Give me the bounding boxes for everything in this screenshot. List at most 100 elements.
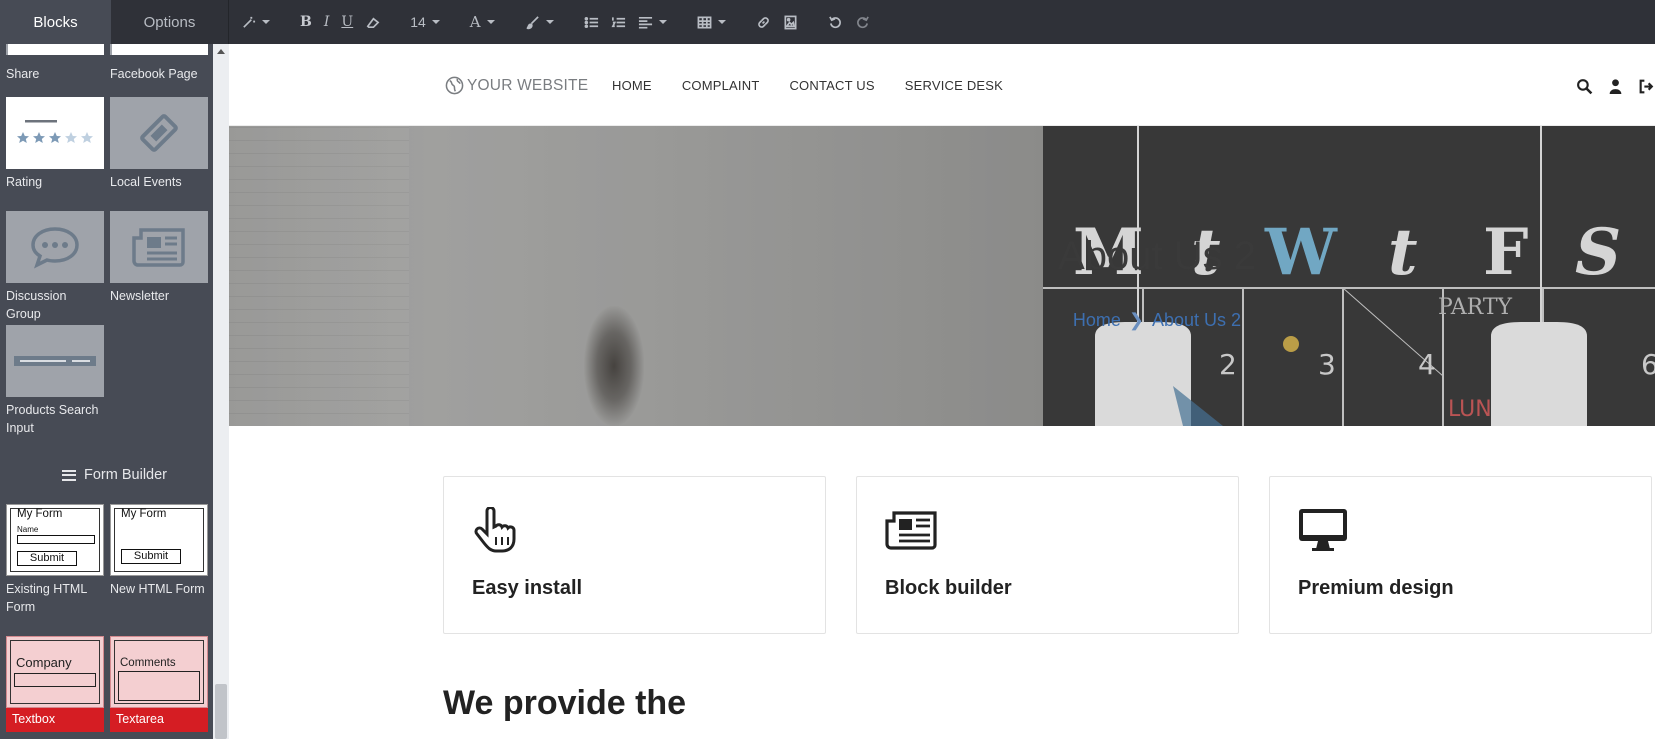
user-icon[interactable] bbox=[1607, 78, 1624, 95]
form-thumb-title: My Form bbox=[17, 508, 63, 520]
editor-toolbar: Blocks Options B I U 14 A bbox=[0, 0, 1655, 44]
block-label: Rating bbox=[6, 175, 43, 189]
block-share[interactable]: Share bbox=[6, 44, 104, 83]
tab-blocks[interactable]: Blocks bbox=[0, 0, 111, 44]
numbered-list-button[interactable] bbox=[605, 0, 632, 44]
link-button[interactable] bbox=[750, 0, 777, 44]
feature-title: Premium design bbox=[1298, 577, 1454, 599]
scrollbar-thumb[interactable] bbox=[215, 684, 227, 739]
textbox-thumb-field bbox=[14, 673, 96, 687]
block-new-html-form[interactable]: My Form Submit New HTML Form bbox=[110, 504, 208, 598]
products-search-thumbnail bbox=[6, 325, 104, 397]
italic-button[interactable]: I bbox=[318, 0, 336, 44]
textbox-thumbnail: Company bbox=[6, 636, 104, 708]
textarea-thumb-field bbox=[118, 671, 200, 701]
menu-home[interactable]: HOME bbox=[612, 78, 652, 93]
nav-icons bbox=[1576, 78, 1655, 95]
main-menu: HOME COMPLAINT CONTACT US SERVICE DESK bbox=[612, 78, 1003, 93]
block-newsletter[interactable]: Newsletter bbox=[110, 211, 208, 305]
undo-button[interactable] bbox=[822, 0, 849, 44]
block-products-search[interactable]: Products Search Input bbox=[6, 325, 104, 437]
form-thumb-title: My Form bbox=[121, 508, 167, 520]
eraser-button[interactable] bbox=[359, 0, 386, 44]
block-label: Products Search Input bbox=[6, 403, 99, 435]
chevron-right-icon: ❯ bbox=[1128, 310, 1145, 330]
menu-contact-us[interactable]: CONTACT US bbox=[789, 78, 874, 93]
tab-options[interactable]: Options bbox=[111, 0, 229, 44]
search-icon[interactable] bbox=[1576, 78, 1593, 95]
block-rating[interactable]: Rating bbox=[6, 97, 104, 191]
block-discussion-group[interactable]: Discussion Group bbox=[6, 211, 104, 323]
block-facebook-page[interactable]: Facebook Page bbox=[110, 44, 208, 83]
breadcrumb-home[interactable]: Home bbox=[1073, 310, 1121, 330]
form-thumb-name-label: Name bbox=[17, 525, 39, 534]
menu-complaint[interactable]: COMPLAINT bbox=[682, 78, 760, 93]
site-logo[interactable]: YOUR WEBSITE bbox=[445, 76, 588, 95]
breadcrumb-current: About Us 2 bbox=[1152, 310, 1242, 330]
blocks-panel: Share Facebook Page Rating Local Events … bbox=[0, 44, 229, 739]
globe-icon bbox=[445, 76, 464, 95]
logo-text: YOUR WEBSITE bbox=[467, 76, 589, 94]
magic-style-button[interactable] bbox=[235, 0, 276, 44]
textbox-thumb-label: Company bbox=[16, 655, 72, 670]
align-left-icon bbox=[638, 16, 652, 28]
font-size-dropdown[interactable]: 14 bbox=[404, 0, 446, 44]
underline-icon: U bbox=[341, 14, 354, 30]
numbered-list-icon bbox=[611, 16, 625, 27]
pointer-hand-icon bbox=[474, 507, 516, 553]
newsletter-thumbnail bbox=[110, 211, 208, 283]
block-label: Facebook Page bbox=[110, 67, 198, 81]
block-label: Existing HTML Form bbox=[6, 582, 87, 614]
newspaper-icon bbox=[885, 511, 937, 550]
block-local-events[interactable]: Local Events bbox=[110, 97, 208, 191]
bold-button[interactable]: B bbox=[294, 0, 318, 44]
image-icon bbox=[784, 15, 797, 29]
block-label: Share bbox=[6, 67, 40, 81]
form-builder-heading: Form Builder bbox=[0, 467, 228, 483]
feature-card-block-builder[interactable]: Block builder bbox=[856, 476, 1239, 634]
form-thumb-field bbox=[17, 535, 95, 544]
format-tools: B I U 14 A bbox=[229, 0, 876, 44]
block-label: New HTML Form bbox=[110, 582, 205, 596]
newspaper-icon bbox=[132, 228, 185, 267]
block-label: Local Events bbox=[110, 175, 182, 189]
feature-title: Easy install bbox=[472, 577, 583, 599]
block-existing-html-form[interactable]: My Form Name Submit Existing HTML Form bbox=[6, 504, 104, 616]
link-icon bbox=[757, 16, 769, 28]
block-label: Discussion Group bbox=[6, 289, 67, 321]
sidebar-tabs: Blocks Options bbox=[0, 0, 229, 44]
existing-form-thumbnail: My Form Name Submit bbox=[6, 504, 104, 576]
bold-icon: B bbox=[300, 14, 312, 30]
align-dropdown[interactable] bbox=[632, 0, 673, 44]
undo-icon bbox=[828, 15, 841, 28]
block-textarea[interactable]: Comments Textarea bbox=[110, 636, 208, 732]
magic-wand-icon bbox=[243, 16, 256, 28]
menu-service-desk[interactable]: SERVICE DESK bbox=[905, 78, 1003, 93]
section-heading-cutoff bbox=[443, 726, 743, 739]
bullet-list-icon bbox=[584, 16, 598, 28]
discussion-thumbnail bbox=[6, 211, 104, 283]
local-events-thumbnail bbox=[110, 97, 208, 169]
feature-card-premium-design[interactable]: Premium design bbox=[1269, 476, 1652, 634]
underline-button[interactable]: U bbox=[335, 0, 359, 44]
table-dropdown[interactable] bbox=[691, 0, 732, 44]
form-thumb-submit: Submit bbox=[121, 549, 181, 564]
block-textbox[interactable]: Company Textbox bbox=[6, 636, 104, 732]
highlight-dropdown[interactable] bbox=[519, 0, 560, 44]
feature-card-easy-install[interactable]: Easy install bbox=[443, 476, 826, 634]
sign-out-icon[interactable] bbox=[1638, 78, 1655, 95]
image-button[interactable] bbox=[777, 0, 804, 44]
italic-icon: I bbox=[323, 14, 330, 30]
table-icon bbox=[697, 16, 712, 28]
block-label: Textbox bbox=[6, 708, 104, 732]
search-bar-icon bbox=[14, 356, 96, 366]
scroll-up-arrow-icon[interactable] bbox=[217, 49, 225, 54]
panel-scrollbar[interactable] bbox=[213, 44, 229, 739]
eraser-icon bbox=[366, 17, 380, 28]
font-color-dropdown[interactable]: A bbox=[464, 0, 501, 44]
share-thumbnail bbox=[6, 44, 104, 55]
block-label: Newsletter bbox=[110, 289, 170, 303]
redo-button[interactable] bbox=[849, 0, 876, 44]
bullet-list-button[interactable] bbox=[578, 0, 605, 44]
breadcrumb: Home ❯ About Us 2 bbox=[229, 310, 1655, 331]
